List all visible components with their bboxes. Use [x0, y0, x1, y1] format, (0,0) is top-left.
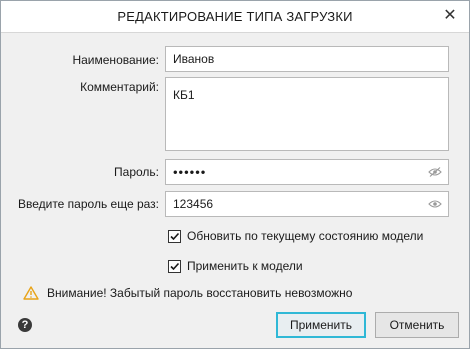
apply-to-model-option[interactable]: Применить к модели — [168, 259, 303, 273]
help-icon[interactable]: ? — [18, 318, 32, 332]
title-bar: РЕДАКТИРОВАНИЕ ТИПА ЗАГРУЗКИ ✕ — [1, 1, 469, 33]
update-by-state-option[interactable]: Обновить по текущему состоянию модели — [168, 229, 423, 243]
checkmark-icon — [170, 262, 180, 270]
apply-to-model-checkbox[interactable] — [168, 259, 181, 273]
password-value: •••••• — [173, 164, 207, 180]
password-repeat-label: Введите пароль еще раз: — [17, 197, 159, 211]
dialog-title: РЕДАКТИРОВАНИЕ ТИПА ЗАГРУЗКИ — [117, 9, 353, 24]
update-by-state-label: Обновить по текущему состоянию модели — [187, 229, 424, 243]
warning-text: Внимание! Забытый пароль восстановить не… — [47, 286, 353, 300]
eye-icon[interactable] — [428, 199, 442, 209]
update-by-state-checkbox[interactable] — [168, 229, 181, 243]
edit-upload-type-dialog: РЕДАКТИРОВАНИЕ ТИПА ЗАГРУЗКИ ✕ Наименова… — [0, 0, 470, 349]
apply-to-model-label: Применить к модели — [187, 259, 303, 273]
warning-message: Внимание! Забытый пароль восстановить не… — [23, 286, 352, 300]
warning-triangle-icon — [23, 286, 39, 300]
name-input[interactable]: Иванов — [165, 46, 449, 72]
apply-button[interactable]: Применить — [276, 312, 366, 338]
password-repeat-value: 123456 — [173, 197, 214, 211]
eye-crossed-icon[interactable] — [428, 167, 442, 177]
close-icon[interactable]: ✕ — [441, 7, 459, 25]
checkmark-icon — [170, 232, 180, 240]
comment-value: КБ1 — [173, 88, 195, 102]
cancel-button[interactable]: Отменить — [375, 312, 459, 338]
name-label: Наименование: — [72, 53, 159, 67]
password-input[interactable]: •••••• — [165, 159, 449, 185]
name-value: Иванов — [173, 52, 215, 66]
password-repeat-input[interactable]: 123456 — [165, 191, 449, 217]
password-label: Пароль: — [114, 165, 159, 179]
comment-textarea[interactable]: КБ1 — [165, 77, 449, 151]
comment-label: Комментарий: — [80, 80, 159, 94]
